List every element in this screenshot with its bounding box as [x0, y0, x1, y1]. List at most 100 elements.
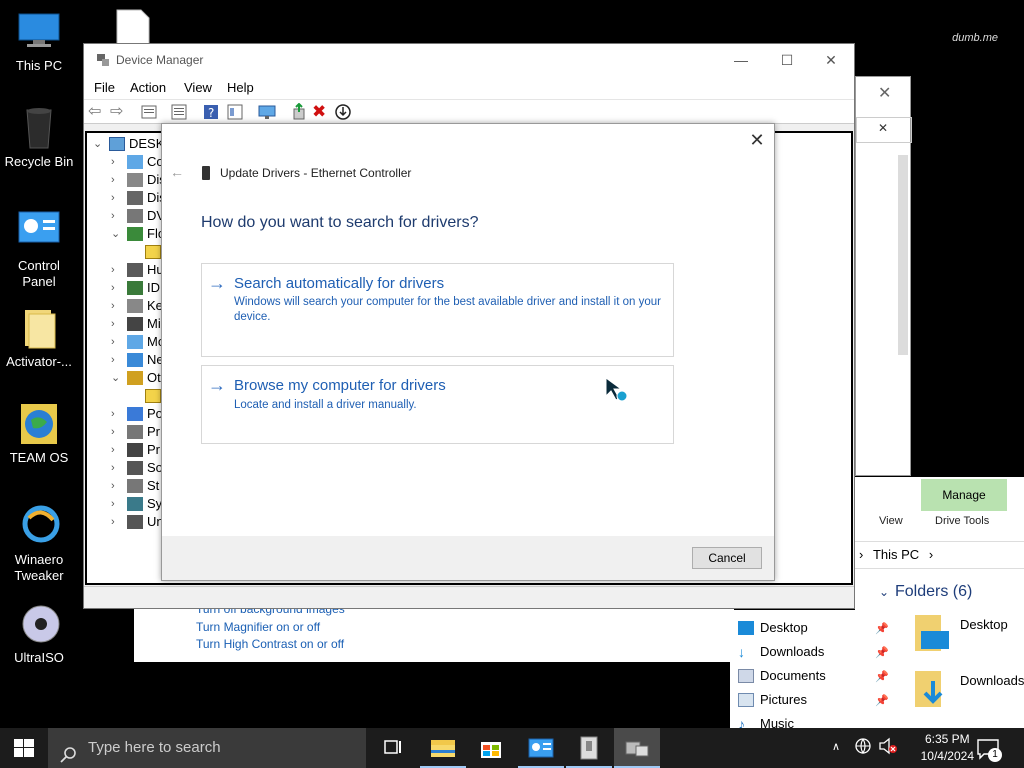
breadcrumb[interactable]: › This PC › — [855, 541, 1024, 569]
menu-action[interactable]: Action — [130, 80, 166, 95]
qa-label: Downloads — [760, 644, 825, 659]
task-view-button[interactable] — [370, 728, 416, 768]
monitor-icon[interactable] — [258, 103, 276, 121]
scrollbar[interactable] — [898, 155, 908, 355]
status-bar — [84, 586, 854, 608]
search-automatically-option[interactable]: → Search automatically for drivers Windo… — [201, 263, 674, 357]
start-button[interactable] — [0, 728, 48, 768]
back-arrow-icon[interactable]: ⇦ — [88, 103, 106, 121]
chevron-down-icon[interactable]: ⌄ — [879, 585, 889, 599]
breadcrumb-sep: › — [859, 547, 864, 562]
chevron-right-icon: › — [111, 282, 115, 294]
chevron-right-icon: › — [111, 264, 115, 276]
explorer-window: Manage View Drive Tools › This PC › Fold… — [855, 477, 1024, 730]
link-magnifier[interactable]: Turn Magnifier on or off — [196, 620, 320, 634]
arrow-right-icon: → — [208, 273, 226, 293]
folder-icon — [17, 306, 61, 350]
update-driver-icon[interactable] — [290, 102, 308, 121]
volume-muted-icon[interactable] — [878, 737, 898, 758]
search-icon — [60, 740, 76, 763]
chevron-up-icon[interactable]: ∧ — [832, 740, 840, 753]
system-tray: ∧ — [830, 728, 930, 768]
chevron-right-icon: › — [111, 318, 115, 330]
close-icon[interactable]: ✕ — [748, 130, 766, 150]
desktop-icon-label: Control Panel — [18, 258, 60, 289]
view-list-icon[interactable] — [170, 103, 188, 121]
tree-label: Ot — [147, 370, 161, 385]
device-category-icon — [127, 227, 143, 241]
menu-view[interactable]: View — [184, 80, 212, 95]
qa-item-downloads[interactable]: ↓ Downloads 📌 — [738, 644, 889, 659]
cancel-button[interactable]: Cancel — [692, 547, 762, 569]
breadcrumb-this-pc[interactable]: This PC — [873, 547, 919, 562]
desktop-icon-winaero-tweaker[interactable]: Winaero Tweaker — [0, 504, 78, 584]
properties-icon[interactable] — [140, 103, 158, 121]
close-icon[interactable]: ✕ — [878, 83, 891, 103]
chevron-down-icon: ⌄ — [93, 138, 103, 150]
desktop-icon — [738, 621, 754, 635]
desktop-icon-this-pc[interactable]: This PC — [0, 10, 78, 74]
browse-computer-option[interactable]: → Browse my computer for drivers Locate … — [201, 365, 674, 444]
chevron-right-icon: › — [111, 354, 115, 366]
qa-item-documents[interactable]: Documents 📌 — [738, 668, 889, 683]
chevron-down-icon: ⌄ — [111, 372, 121, 384]
warning-device-icon — [145, 245, 161, 259]
view-details-icon[interactable] — [226, 103, 244, 121]
folder-icon — [431, 740, 455, 757]
network-icon[interactable] — [854, 737, 872, 758]
link-high-contrast[interactable]: Turn High Contrast on or off — [196, 637, 344, 651]
taskbar-control-panel[interactable] — [518, 728, 564, 768]
desktop-icon-team-os[interactable]: TEAM OS — [0, 402, 78, 466]
title-bar[interactable]: Device Manager — ☐ ✕ — [84, 44, 854, 76]
taskbar-file-explorer[interactable] — [420, 728, 466, 768]
back-arrow-icon[interactable]: ← — [170, 164, 184, 180]
control-panel-icon — [17, 210, 61, 254]
help-icon[interactable]: ? — [202, 103, 220, 121]
qa-item-pictures[interactable]: Pictures 📌 — [738, 692, 889, 707]
taskbar-device-manager[interactable] — [614, 728, 660, 768]
chevron-right-icon: › — [111, 192, 115, 204]
ribbon-tab-manage[interactable]: Manage — [921, 479, 1007, 511]
chevron-right-icon: › — [111, 498, 115, 510]
menu-help[interactable]: Help — [227, 80, 254, 95]
uninstall-icon[interactable]: ✖ — [312, 103, 330, 121]
maximize-button[interactable]: ☐ — [764, 44, 810, 76]
clock[interactable]: 6:35 PM 10/4/2024 — [921, 731, 974, 765]
chevron-right-icon: › — [111, 516, 115, 528]
minimize-button[interactable]: — — [718, 44, 764, 76]
close-button[interactable]: ✕ — [808, 44, 854, 76]
desktop-icon-label: Activator-... — [6, 354, 72, 369]
ribbon-drive-tools[interactable]: Drive Tools — [935, 515, 989, 527]
notification-icon — [977, 739, 999, 760]
notification-button[interactable]: 1 — [970, 728, 1010, 768]
option-title: Browse my computer for drivers — [234, 377, 446, 394]
close-icon[interactable]: ✕ — [878, 121, 888, 135]
scan-hardware-icon[interactable] — [334, 103, 352, 121]
forward-arrow-icon[interactable]: ⇨ — [110, 103, 128, 121]
menu-file[interactable]: File — [94, 80, 115, 95]
desktop-icon-recycle-bin[interactable]: Recycle Bin — [0, 106, 78, 170]
ribbon-view[interactable]: View — [879, 515, 903, 527]
tree-label: DESK — [129, 136, 165, 151]
pictures-icon — [738, 693, 754, 707]
folder-label: Desktop — [960, 617, 1008, 632]
arrow-right-icon: → — [208, 375, 226, 395]
taskbar-app[interactable] — [566, 728, 612, 768]
desktop-icon-label: UltraISO — [14, 650, 64, 665]
desktop-icon-label: Recycle Bin — [4, 154, 74, 169]
update-drivers-dialog: ✕ ← Update Drivers - Ethernet Controller… — [161, 123, 775, 581]
device-category-icon — [127, 461, 143, 475]
pin-icon: 📌 — [875, 695, 889, 707]
explorer-window-back: ✕ ✕ — [855, 76, 912, 476]
taskbar-store[interactable] — [468, 728, 514, 768]
taskbar-search-box[interactable]: Type here to search — [48, 728, 366, 768]
desktop-icon-control-panel[interactable]: Control Panel — [0, 210, 78, 290]
dialog-footer: Cancel — [162, 536, 774, 580]
option-description: Locate and install a driver manually. — [234, 399, 417, 411]
desktop-icon-ultraiso[interactable]: UltraISO — [0, 602, 78, 666]
device-category-icon — [127, 281, 143, 295]
folders-heading[interactable]: Folders (6) — [895, 583, 972, 601]
device-category-icon — [127, 317, 143, 331]
desktop-icon-activator[interactable]: Activator-... — [0, 306, 78, 370]
qa-item-desktop[interactable]: Desktop 📌 — [738, 620, 889, 635]
